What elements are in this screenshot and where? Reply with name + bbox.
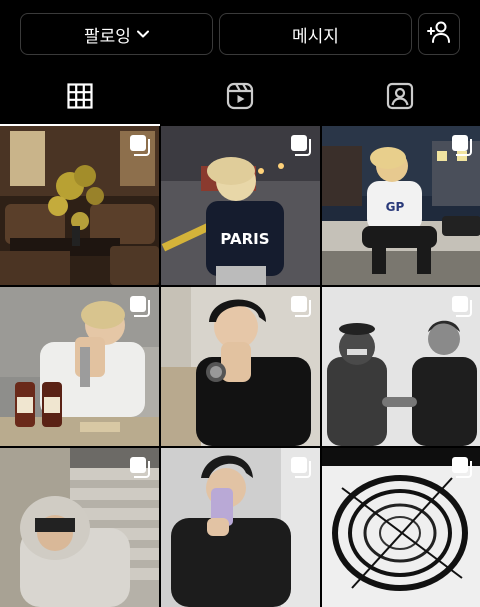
tagged-icon	[386, 82, 414, 114]
multi-photo-icon	[129, 295, 151, 317]
profile-tabs	[0, 70, 480, 126]
multi-photo-icon	[290, 456, 312, 478]
post-thumbnail[interactable]	[0, 287, 159, 446]
shirt-text: PARIS	[220, 230, 269, 248]
posts-grid: PARIS GP	[0, 126, 480, 607]
post-thumbnail[interactable]: PARIS	[161, 126, 320, 285]
multi-photo-icon	[290, 134, 312, 156]
post-thumbnail[interactable]	[0, 126, 159, 285]
shirt-text: GP	[386, 200, 405, 214]
multi-photo-icon	[290, 295, 312, 317]
tab-tagged[interactable]	[320, 70, 480, 126]
add-user-button[interactable]	[418, 13, 460, 55]
post-thumbnail[interactable]	[161, 287, 320, 446]
add-user-icon	[427, 21, 451, 48]
multi-photo-icon	[451, 134, 473, 156]
grid-icon	[67, 83, 93, 113]
multi-photo-icon	[129, 134, 151, 156]
message-button[interactable]: 메시지	[219, 13, 412, 55]
chevron-down-icon	[136, 30, 149, 38]
post-thumbnail[interactable]: GP	[322, 126, 480, 285]
post-thumbnail[interactable]	[161, 448, 320, 607]
multi-photo-icon	[451, 456, 473, 478]
following-label: 팔로잉	[84, 26, 131, 47]
reels-icon	[226, 82, 254, 114]
tab-reels[interactable]	[160, 70, 320, 126]
post-thumbnail[interactable]	[0, 448, 159, 607]
following-button[interactable]: 팔로잉	[20, 13, 213, 55]
multi-photo-icon	[451, 295, 473, 317]
message-label: 메시지	[292, 26, 339, 47]
profile-actions: 팔로잉 메시지	[0, 0, 480, 70]
tab-posts-grid[interactable]	[0, 70, 160, 126]
multi-photo-icon	[129, 456, 151, 478]
post-thumbnail[interactable]	[322, 287, 480, 446]
post-thumbnail[interactable]	[322, 448, 480, 607]
